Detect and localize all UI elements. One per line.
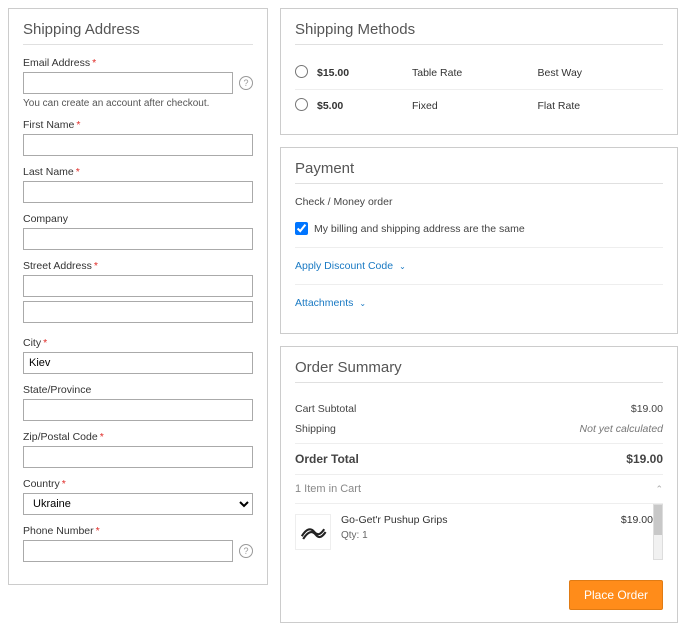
city-label: City*: [23, 337, 253, 349]
shipping-radio[interactable]: [295, 65, 308, 78]
first-name-field[interactable]: [23, 134, 253, 156]
cart-count-label: 1 Item in Cart: [295, 483, 361, 495]
shipping-methods-panel: Shipping Methods $15.00 Table Rate Best …: [280, 8, 678, 135]
order-total-label: Order Total: [295, 452, 359, 466]
product-thumbnail: [295, 514, 331, 550]
street-field-1[interactable]: [23, 275, 253, 297]
shipping-cost-value: Not yet calculated: [580, 423, 663, 435]
payment-panel: Payment Check / Money order My billing a…: [280, 147, 678, 334]
scrollbar[interactable]: [653, 504, 663, 560]
cart-item-qty: Qty: 1: [341, 530, 447, 541]
shipping-methods-title: Shipping Methods: [295, 21, 663, 45]
help-icon[interactable]: ?: [239, 76, 253, 90]
state-label: State/Province: [23, 384, 253, 396]
last-name-label: Last Name*: [23, 166, 253, 178]
order-summary-title: Order Summary: [295, 359, 663, 383]
email-note: You can create an account after checkout…: [23, 98, 253, 109]
phone-field[interactable]: [23, 540, 233, 562]
subtotal-label: Cart Subtotal: [295, 403, 356, 415]
same-address-checkbox[interactable]: [295, 222, 308, 235]
same-address-label: My billing and shipping address are the …: [314, 223, 525, 235]
first-name-label: First Name*: [23, 119, 253, 131]
city-field[interactable]: [23, 352, 253, 374]
shipping-address-title: Shipping Address: [23, 21, 253, 45]
payment-method-label: Check / Money order: [295, 196, 663, 208]
attachments-link[interactable]: Attachments⌄: [295, 297, 366, 309]
zip-label: Zip/Postal Code*: [23, 431, 253, 443]
phone-label: Phone Number*: [23, 525, 253, 537]
state-field[interactable]: [23, 399, 253, 421]
country-label: Country*: [23, 478, 253, 490]
country-field[interactable]: Ukraine: [23, 493, 253, 515]
shipping-method-row[interactable]: $15.00 Table Rate Best Way: [295, 57, 663, 90]
shipping-radio[interactable]: [295, 98, 308, 111]
cart-toggle-icon[interactable]: ⌃: [655, 484, 663, 495]
shipping-method-row[interactable]: $5.00 Fixed Flat Rate: [295, 90, 663, 122]
shipping-address-panel: Shipping Address Email Address* ? You ca…: [8, 8, 268, 585]
chevron-down-icon: ⌄: [359, 299, 366, 308]
discount-link[interactable]: Apply Discount Code⌄: [295, 260, 406, 272]
help-icon[interactable]: ?: [239, 544, 253, 558]
shipping-cost-label: Shipping: [295, 423, 336, 435]
company-label: Company: [23, 213, 253, 225]
order-summary-panel: Order Summary Cart Subtotal $19.00 Shipp…: [280, 346, 678, 623]
email-field[interactable]: [23, 72, 233, 94]
subtotal-value: $19.00: [631, 403, 663, 415]
street-label: Street Address*: [23, 260, 253, 272]
last-name-field[interactable]: [23, 181, 253, 203]
chevron-down-icon: ⌄: [399, 262, 406, 271]
order-total-value: $19.00: [626, 452, 663, 466]
street-field-2[interactable]: [23, 301, 253, 323]
cart-item: Go-Get'r Pushup Grips Qty: 1 $19.00: [295, 504, 663, 560]
product-image-icon: [299, 522, 327, 542]
zip-field[interactable]: [23, 446, 253, 468]
place-order-button[interactable]: Place Order: [569, 580, 663, 610]
email-label: Email Address*: [23, 57, 253, 69]
cart-item-name: Go-Get'r Pushup Grips: [341, 514, 447, 526]
payment-title: Payment: [295, 160, 663, 184]
company-field[interactable]: [23, 228, 253, 250]
